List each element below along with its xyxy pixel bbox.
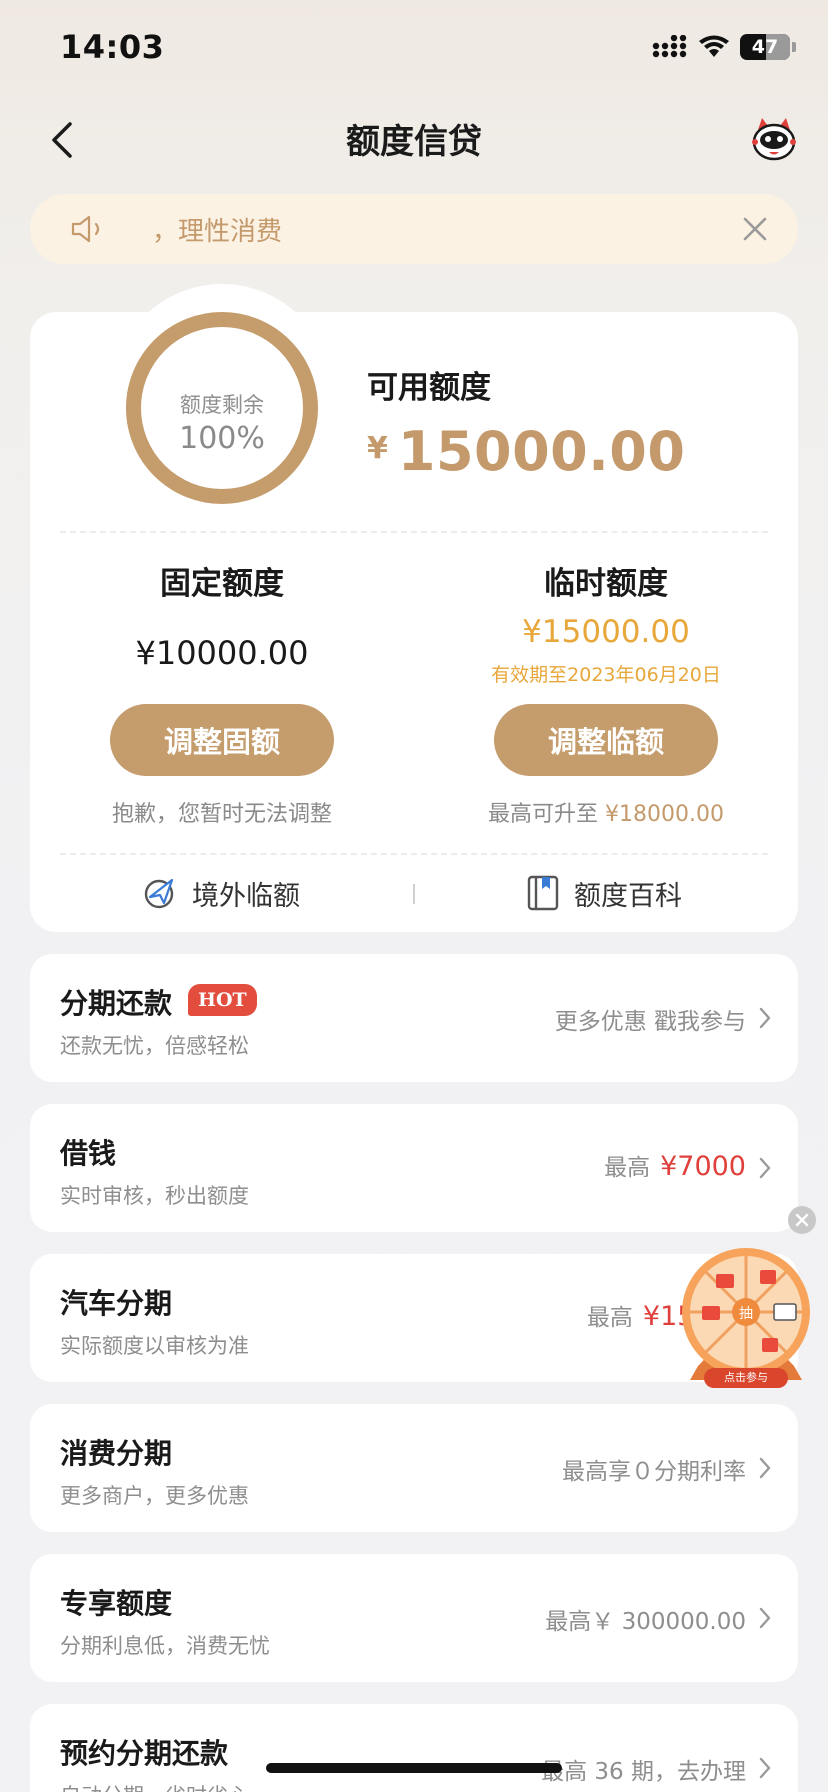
list-item-subtitle: 分期利息低，消费无忧 (60, 1634, 270, 1658)
overseas-credit-link[interactable]: 境外临额 (142, 870, 300, 916)
overseas-credit-label: 境外临额 (192, 880, 300, 912)
list-item-right-label: 最高 36 期，去办理 (541, 1759, 746, 1785)
available-credit-value: 15000.00 (397, 420, 686, 483)
divider (60, 531, 768, 533)
battery-tip (792, 42, 796, 52)
page-title: 额度信贷 (346, 122, 482, 162)
list-item-right-highlight: ¥7000 (660, 1151, 746, 1182)
notice-banner: ，理性消费 (30, 194, 798, 264)
home-indicator (266, 1763, 562, 1773)
adjust-temporary-button[interactable]: 调整临额 (494, 704, 718, 776)
notice-text: ，理性消费 (152, 217, 283, 247)
fixed-credit-amount: ¥10000.00 (135, 634, 309, 672)
list-item-right-label: 更多优惠 戳我参与 (554, 1009, 746, 1035)
temporary-credit-amount: ¥15000.00 (522, 614, 690, 650)
signal-icon (652, 35, 687, 58)
status-icons: 47 (652, 34, 796, 60)
list-item-subtitle: 自动分期，省时省心 (60, 1780, 249, 1792)
wheel-center-label: 抽 (739, 1306, 753, 1322)
list-item-right-label: 最高 (586, 1305, 633, 1331)
list-item-title: 借钱 (60, 1137, 117, 1170)
wheel-caption: 点击参与 (704, 1368, 788, 1388)
credit-encyclopedia-link[interactable]: 额度百科 (526, 870, 682, 916)
fixed-credit-title: 固定额度 (160, 566, 284, 602)
list-item-right-text: 最高 ¥7000 (604, 1148, 746, 1182)
link-divider (413, 884, 415, 904)
list-item-exclusive-credit[interactable]: 专享额度 分期利息低，消费无忧 最高￥ 300000.00 (30, 1554, 798, 1682)
status-bar: 14:03 47 (0, 0, 828, 100)
list-item-subtitle: 实时审核，秒出额度 (60, 1184, 249, 1208)
customer-service-button[interactable] (750, 116, 798, 164)
temporary-credit-title: 临时额度 (544, 566, 668, 602)
book-icon (527, 875, 559, 911)
list-item-right-text: 最高 36 期，去办理 (541, 1752, 746, 1786)
robot-mascot-icon (752, 118, 796, 161)
available-credit-amount: ¥15000.00 (367, 420, 685, 483)
temporary-note-amount: ¥18000.00 (605, 802, 724, 827)
list-item-title: 消费分期 (60, 1437, 173, 1470)
fixed-credit-note: 抱歉，您暂时无法调整 (111, 802, 332, 827)
temporary-credit-expiry: 有效期至2023年06月20日 (491, 664, 721, 686)
currency-symbol: ¥ (367, 431, 388, 466)
speaker-icon (71, 215, 100, 243)
list-item-subtitle: 更多商户，更多优惠 (60, 1484, 249, 1508)
list-item-scheduled-installment[interactable]: 预约分期还款 自动分期，省时省心 最高 36 期，去办理 (30, 1704, 798, 1792)
plane-globe-icon (144, 878, 174, 909)
battery-level: 47 (751, 36, 779, 58)
notice-close-button[interactable] (738, 212, 772, 246)
list-item-right-label: 最高￥ 300000.00 (545, 1609, 746, 1635)
list-item-title: 预约分期还款 (60, 1737, 229, 1770)
close-icon (795, 1213, 809, 1227)
close-icon (743, 217, 767, 241)
hot-badge: HOT (188, 984, 257, 1016)
battery-icon: 47 (740, 34, 790, 60)
list-item-right-text: 最高享０分期利率 (562, 1452, 746, 1486)
nav-bar: 额度信贷 (0, 100, 828, 180)
temporary-note-prefix: 最高可升至 (488, 802, 599, 827)
wifi-icon (699, 35, 729, 57)
chevron-right-icon (759, 1007, 771, 1029)
list-item-title: 汽车分期 (60, 1287, 173, 1320)
list-item-installment-repayment[interactable]: 分期还款 HOT 还款无忧，倍感轻松 更多优惠 戳我参与 (30, 954, 798, 1082)
status-time: 14:03 (60, 28, 165, 66)
adjust-fixed-button[interactable]: 调整固额 (110, 704, 334, 776)
list-item-borrow[interactable]: 借钱 实时审核，秒出额度 最高 ¥7000 (30, 1104, 798, 1232)
list-item-consumer-installment[interactable]: 消费分期 更多商户，更多优惠 最高享０分期利率 (30, 1404, 798, 1532)
chevron-right-icon (759, 1457, 771, 1479)
list-item-right-text: 更多优惠 戳我参与 (555, 1002, 746, 1036)
chevron-right-icon (759, 1157, 771, 1179)
ring-label: 额度剩余 (180, 393, 264, 417)
remaining-ring: 额度剩余 100% (126, 312, 318, 504)
ring-percent: 100% (179, 421, 265, 456)
chevron-right-icon (759, 1607, 771, 1629)
chevron-right-icon (759, 1757, 771, 1779)
list-item-right-label: 最高享０分期利率 (562, 1459, 746, 1485)
credit-encyclopedia-label: 额度百科 (574, 880, 682, 912)
list-item-subtitle: 还款无忧，倍感轻松 (60, 1034, 249, 1058)
list-item-right-text: 最高￥ 300000.00 (545, 1602, 746, 1636)
temporary-credit-note: 最高可升至 ¥18000.00 (414, 796, 798, 828)
lottery-wheel-button[interactable]: 抽 点击参与 (678, 1246, 814, 1392)
list-item-right-label: 最高 (604, 1155, 651, 1181)
list-item-title: 专享额度 (60, 1587, 173, 1620)
list-item-title: 分期还款 (60, 987, 173, 1020)
divider (60, 853, 768, 855)
wheel-close-button[interactable] (788, 1206, 816, 1234)
available-credit-label: 可用额度 (367, 370, 491, 406)
list-item-subtitle: 实际额度以审核为准 (60, 1334, 249, 1358)
